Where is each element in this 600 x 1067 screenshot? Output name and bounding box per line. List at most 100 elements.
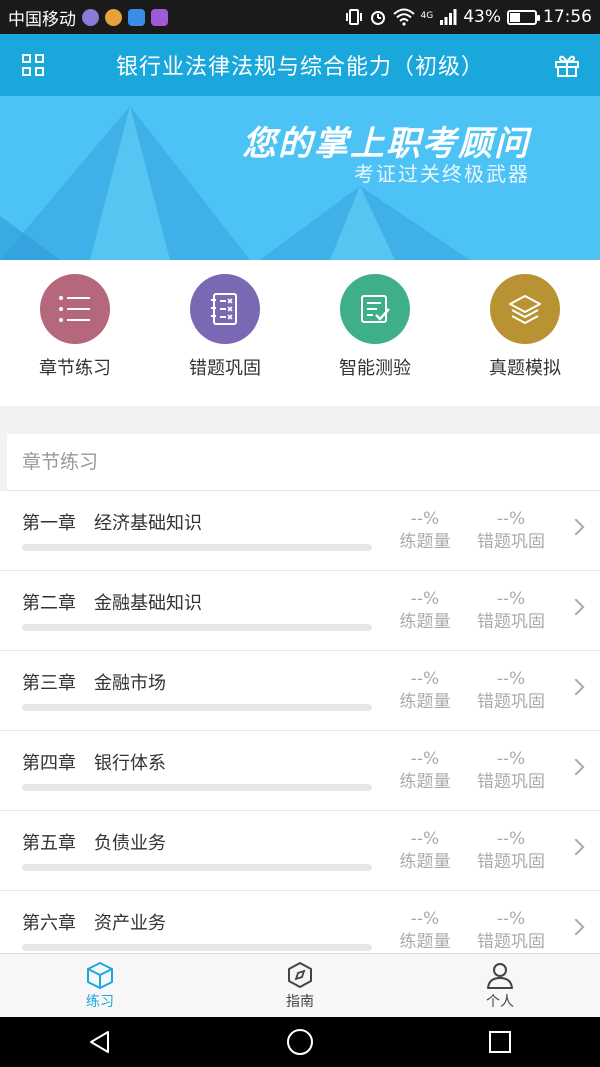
vibrate-icon bbox=[345, 9, 362, 25]
nav-label: 指南 bbox=[286, 994, 314, 1010]
nav-tab-practice[interactable]: 练习 bbox=[0, 954, 200, 1017]
chapter-progress-bar bbox=[22, 624, 372, 631]
practice-stat: --% 练题量 bbox=[385, 749, 465, 795]
layers-icon bbox=[490, 274, 560, 344]
nav-tab-guide[interactable]: 指南 bbox=[200, 954, 400, 1017]
status-left: 中国移动 bbox=[8, 5, 168, 30]
notification-chat-icon bbox=[105, 8, 122, 26]
status-bar: 中国移动 4G 43% 17:56 bbox=[0, 0, 600, 34]
bottom-nav: 练习 指南 个人 bbox=[0, 953, 600, 1017]
carrier-label: 中国移动 bbox=[8, 9, 76, 30]
review-label: 错题巩固 bbox=[477, 852, 545, 872]
review-label: 错题巩固 bbox=[477, 932, 545, 952]
review-stat: --% 错题巩固 bbox=[471, 669, 551, 715]
review-label: 错题巩固 bbox=[477, 692, 545, 712]
chapter-row[interactable]: 第一章 经济基础知识 --% 练题量 --% 错题巩固 bbox=[0, 491, 600, 571]
section-title: 章节练习 bbox=[0, 434, 600, 491]
chapter-row[interactable]: 第四章 银行体系 --% 练题量 --% 错题巩固 bbox=[0, 731, 600, 811]
alarm-icon bbox=[370, 11, 385, 25]
practice-stat: --% 练题量 bbox=[385, 909, 465, 953]
practice-value: --% bbox=[410, 589, 440, 609]
app-header: 银行业法律法规与综合能力（初级） bbox=[0, 34, 600, 96]
review-stat: --% 错题巩固 bbox=[471, 589, 551, 635]
practice-value: --% bbox=[410, 909, 440, 929]
back-triangle-icon bbox=[90, 1031, 109, 1053]
promo-banner[interactable]: 您的掌上职考顾问 考证过关终极武器 bbox=[0, 96, 600, 260]
practice-label: 练题量 bbox=[399, 772, 451, 792]
chapter-row[interactable]: 第三章 金融市场 --% 练题量 --% 错题巩固 bbox=[0, 651, 600, 731]
quick-action-wrong-questions[interactable]: 错题巩固 bbox=[150, 260, 300, 406]
review-value: --% bbox=[496, 589, 526, 609]
person-icon bbox=[487, 963, 513, 989]
chapter-name: 第一章 经济基础知识 bbox=[22, 513, 202, 534]
chapter-row[interactable]: 第五章 负债业务 --% 练题量 --% 错题巩固 bbox=[0, 811, 600, 891]
notification-doc-icon bbox=[128, 8, 145, 26]
back-button[interactable] bbox=[70, 1022, 130, 1062]
chapter-name: 第二章 金融基础知识 bbox=[22, 593, 202, 614]
notification-gallery-icon bbox=[151, 8, 168, 26]
review-stat: --% 错题巩固 bbox=[471, 909, 551, 953]
banner-subline: 考证过关终极武器 bbox=[354, 162, 530, 186]
review-stat: --% 错题巩固 bbox=[471, 509, 551, 555]
chapter-progress-bar bbox=[22, 784, 372, 791]
chevron-right-icon bbox=[567, 758, 585, 776]
signal-icon bbox=[440, 9, 457, 25]
quick-action-label: 真题模拟 bbox=[489, 358, 561, 379]
wrong-questions-icon bbox=[190, 274, 260, 344]
battery-icon bbox=[507, 9, 540, 25]
practice-value: --% bbox=[410, 509, 440, 529]
recents-square-icon bbox=[489, 1031, 511, 1053]
review-stat: --% 错题巩固 bbox=[471, 829, 551, 875]
chevron-right-icon bbox=[567, 678, 585, 696]
quick-action-past-exams[interactable]: 真题模拟 bbox=[450, 260, 600, 406]
chevron-right-icon bbox=[567, 838, 585, 856]
chapter-name: 第三章 金融市场 bbox=[22, 673, 166, 694]
chevron-right-icon bbox=[567, 518, 585, 536]
practice-label: 练题量 bbox=[399, 532, 451, 552]
list-icon bbox=[40, 274, 110, 344]
quick-action-label: 智能测验 bbox=[339, 358, 411, 379]
review-value: --% bbox=[496, 829, 526, 849]
practice-label: 练题量 bbox=[399, 612, 451, 632]
review-stat: --% 错题巩固 bbox=[471, 749, 551, 795]
quick-action-chapter-practice[interactable]: 章节练习 bbox=[0, 260, 150, 406]
chapter-name: 第六章 资产业务 bbox=[22, 913, 166, 934]
gift-icon[interactable] bbox=[554, 53, 580, 77]
quick-action-smart-test[interactable]: 智能测验 bbox=[300, 260, 450, 406]
battery-fill bbox=[510, 12, 521, 22]
status-right: 4G 43% 17:56 bbox=[345, 7, 592, 27]
notification-app-icon bbox=[82, 8, 99, 26]
practice-stat: --% 练题量 bbox=[385, 589, 465, 635]
review-value: --% bbox=[496, 909, 526, 929]
review-label: 错题巩固 bbox=[477, 772, 545, 792]
practice-label: 练题量 bbox=[399, 852, 451, 872]
review-label: 错题巩固 bbox=[477, 532, 545, 552]
review-value: --% bbox=[496, 509, 526, 529]
review-value: --% bbox=[496, 669, 526, 689]
menu-grid-icon[interactable] bbox=[22, 54, 46, 78]
practice-label: 练题量 bbox=[399, 932, 451, 952]
chapter-name: 第四章 银行体系 bbox=[22, 753, 166, 774]
clock: 17:56 bbox=[543, 7, 592, 27]
chapter-row[interactable]: 第六章 资产业务 --% 练题量 --% 错题巩固 bbox=[0, 891, 600, 953]
practice-value: --% bbox=[410, 749, 440, 769]
nav-label: 练习 bbox=[86, 994, 114, 1010]
nav-tab-profile[interactable]: 个人 bbox=[400, 954, 600, 1017]
quick-action-label: 错题巩固 bbox=[189, 358, 261, 379]
quick-action-label: 章节练习 bbox=[39, 358, 111, 379]
chevron-right-icon bbox=[567, 598, 585, 616]
practice-value: --% bbox=[410, 829, 440, 849]
compass-icon bbox=[288, 962, 312, 988]
page-title: 银行业法律法规与综合能力（初级） bbox=[115, 55, 484, 80]
chevron-right-icon bbox=[567, 918, 585, 936]
recents-button[interactable] bbox=[470, 1022, 530, 1062]
system-nav-bar bbox=[0, 1017, 600, 1067]
home-button[interactable] bbox=[270, 1022, 330, 1062]
chapter-row[interactable]: 第二章 金融基础知识 --% 练题量 --% 错题巩固 bbox=[0, 571, 600, 651]
review-value: --% bbox=[496, 749, 526, 769]
practice-stat: --% 练题量 bbox=[385, 669, 465, 715]
nav-label: 个人 bbox=[486, 994, 514, 1010]
chapter-progress-bar bbox=[22, 544, 372, 551]
wifi-icon bbox=[392, 8, 415, 26]
smart-test-icon bbox=[340, 274, 410, 344]
